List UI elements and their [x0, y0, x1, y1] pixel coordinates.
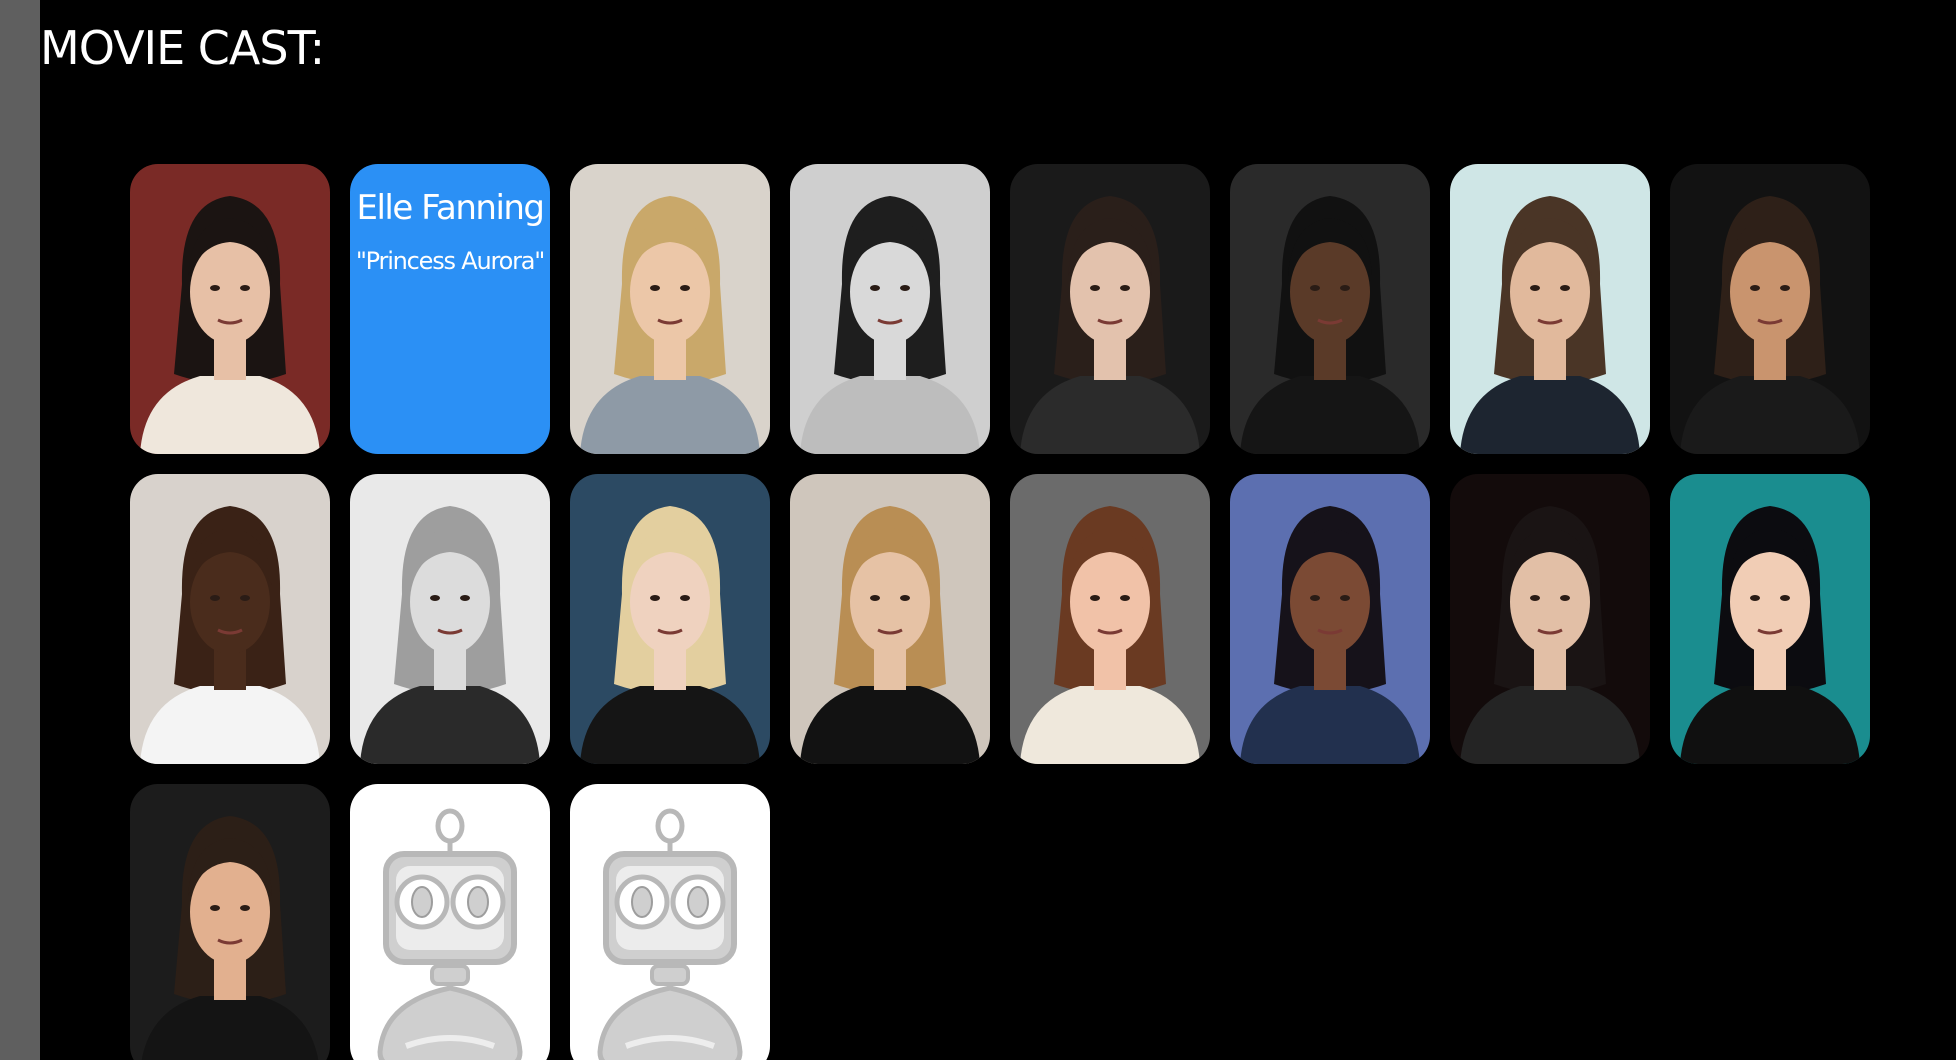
cast-card[interactable] [1670, 164, 1870, 454]
portrait-man-whiskey [1670, 164, 1870, 454]
robot-placeholder-icon [377, 808, 523, 1060]
portrait-dark-hair-woman [130, 164, 330, 454]
portrait-man-leather-jacket [1450, 164, 1650, 454]
cast-card[interactable] [130, 164, 330, 454]
cast-card[interactable] [790, 474, 990, 764]
portrait-woman-scarf [1010, 474, 1210, 764]
robot-placeholder-icon [597, 808, 743, 1060]
portrait-bw-blonde-woman [350, 474, 550, 764]
cast-card[interactable] [1670, 474, 1870, 764]
left-rail [0, 0, 40, 1060]
portrait-woman-teal [1670, 474, 1870, 764]
portrait-man-scarf [1010, 164, 1210, 454]
cast-card-placeholder[interactable] [350, 784, 550, 1060]
cast-card[interactable] [350, 474, 550, 764]
actor-name: Elle Fanning [356, 188, 545, 228]
portrait-man-slicked-hair [1450, 474, 1650, 764]
portrait-woman-necklace [790, 474, 990, 764]
cast-card[interactable]: Elle Fanning "Princess Aurora" [350, 164, 550, 454]
cast-card-placeholder[interactable] [570, 784, 770, 1060]
portrait-blonde-woman [570, 164, 770, 454]
cast-card[interactable] [1010, 474, 1210, 764]
cast-card[interactable] [130, 784, 330, 1060]
cast-card[interactable] [1010, 164, 1210, 454]
cast-card-overlay: Elle Fanning "Princess Aurora" [350, 164, 550, 454]
portrait-platinum-woman [570, 474, 770, 764]
portrait-woman-afro [1230, 474, 1430, 764]
cast-card[interactable] [130, 474, 330, 764]
portrait-bald-man [130, 474, 330, 764]
section-title: MOVIE CAST: [40, 21, 325, 75]
page: MOVIE CAST: Elle Fanning "Princess Aurora… [0, 0, 1956, 1060]
character-name: "Princess Aurora" [355, 247, 546, 275]
cast-card[interactable] [1230, 164, 1430, 454]
cast-card[interactable] [570, 474, 770, 764]
cast-grid: Elle Fanning "Princess Aurora" [130, 164, 1880, 1060]
cast-card[interactable] [1450, 474, 1650, 764]
cast-card[interactable] [570, 164, 770, 454]
cast-card[interactable] [1450, 164, 1650, 454]
portrait-smiling-man [130, 784, 330, 1060]
cast-card[interactable] [1230, 474, 1430, 764]
portrait-man-dark [1230, 164, 1430, 454]
portrait-bw-young-man [790, 164, 990, 454]
cast-card[interactable] [790, 164, 990, 454]
